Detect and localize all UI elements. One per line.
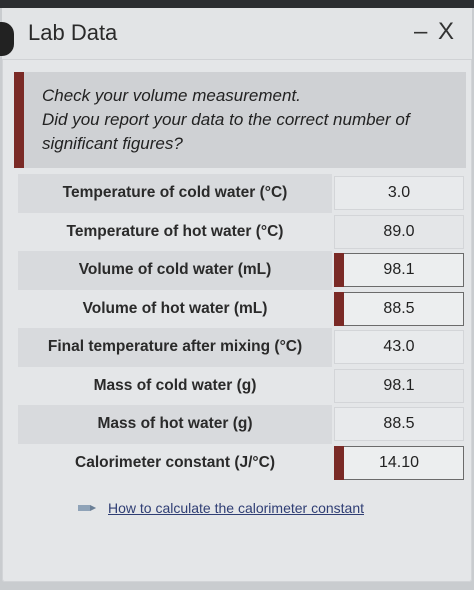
row-label: Mass of cold water (g) [93, 376, 257, 394]
table-row: Volume of hot water (mL) 88.5 [18, 290, 466, 329]
feedback-text: Check your volume measurement. Did you r… [42, 84, 462, 156]
row-label: Temperature of hot water (°C) [66, 222, 284, 240]
error-flag-bar [334, 291, 344, 326]
window-top-strip [0, 0, 474, 8]
row-label: Mass of hot water (g) [18, 405, 332, 444]
feedback-accent-bar [14, 72, 24, 168]
row-label: Volume of cold water (mL) [18, 251, 332, 290]
feedback-line-1: Check your volume measurement. [42, 86, 301, 105]
value-field-flagged[interactable]: 14.10 [334, 445, 464, 480]
panel-tab-notch [0, 22, 14, 56]
pencil-tag-icon [78, 505, 96, 511]
table-row: Mass of cold water (g) 98.1 [18, 367, 466, 406]
row-label: Calorimeter constant (J/°C) [75, 453, 275, 471]
value-field-flagged[interactable]: 98.1 [334, 253, 464, 287]
error-flag-bar [334, 253, 344, 287]
value-field-flagged[interactable]: 88.5 [334, 291, 464, 326]
value-field[interactable]: 89.0 [334, 214, 464, 249]
calorimeter-help-link[interactable]: How to calculate the calorimeter constan… [76, 500, 364, 516]
table-row: Temperature of cold water (°C) 3.0 [18, 174, 466, 213]
lab-data-table: Temperature of cold water (°C) 3.0 Tempe… [18, 174, 466, 482]
row-label: Temperature of cold water (°C) [18, 174, 332, 213]
value-field[interactable]: 98.1 [334, 368, 464, 403]
table-row: Volume of cold water (mL) 98.1 [18, 251, 466, 290]
window-title: Lab Data [28, 20, 118, 45]
row-label: Volume of hot water (mL) [82, 299, 268, 317]
window-controls[interactable]: – X [414, 18, 456, 46]
table-row: Temperature of hot water (°C) 89.0 [18, 213, 466, 252]
titlebar: Lab Data – X [0, 8, 472, 60]
value-field[interactable]: 43.0 [334, 330, 464, 364]
help-link-text[interactable]: How to calculate the calorimeter constan… [108, 500, 364, 516]
value-field[interactable]: 88.5 [334, 407, 464, 441]
table-row: Final temperature after mixing (°C) 43.0 [18, 328, 466, 367]
value-field[interactable]: 3.0 [334, 176, 464, 210]
error-flag-bar [334, 445, 344, 480]
table-row: Mass of hot water (g) 88.5 [18, 405, 466, 444]
feedback-box: Check your volume measurement. Did you r… [14, 72, 466, 168]
feedback-line-2: Did you report your data to the correct … [42, 110, 410, 153]
row-label: Final temperature after mixing (°C) [18, 328, 332, 367]
table-row: Calorimeter constant (J/°C) 14.10 [18, 444, 466, 483]
